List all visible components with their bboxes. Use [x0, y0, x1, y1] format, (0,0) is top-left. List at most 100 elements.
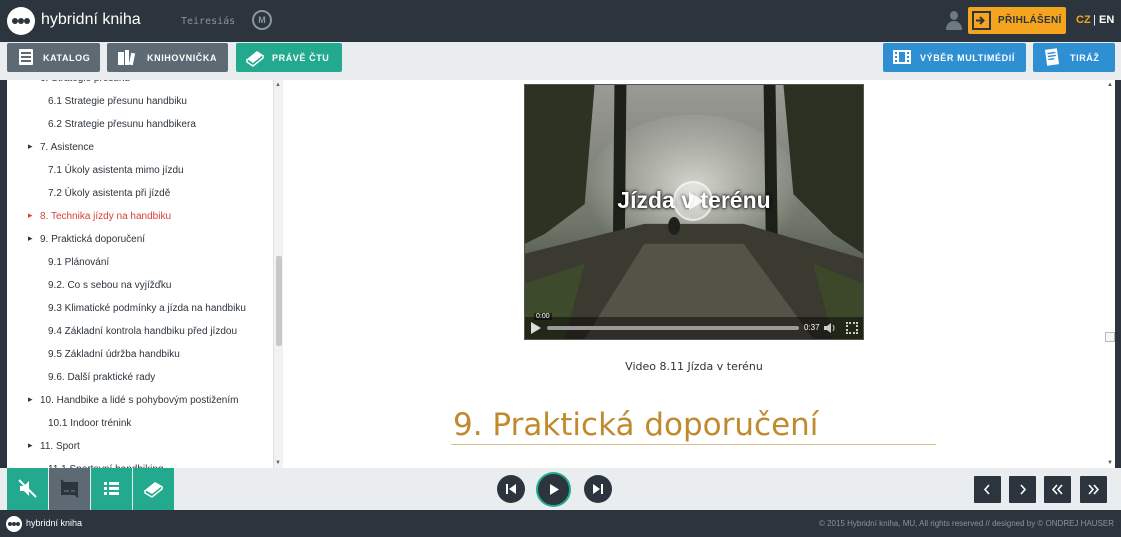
toc-item[interactable]: 9.4 Základní kontrola handbiku před jízd… — [7, 324, 273, 342]
lang-en-link[interactable]: EN — [1099, 14, 1114, 26]
book-button[interactable] — [133, 468, 174, 510]
toc-item[interactable]: ▸ 10. Handbike a lidé s pohybovým postiže… — [7, 393, 273, 411]
toc-item[interactable]: 9.3 Klimatické podmínky a jízda na handb… — [7, 301, 273, 319]
skip-forward-icon — [593, 484, 603, 494]
video-play-small-icon[interactable] — [531, 322, 541, 334]
knihovnicka-button[interactable]: KNIHOVNIČKA — [107, 43, 228, 72]
vyber-multimedii-label: VÝBĚR MULTIMÉDIÍ — [920, 53, 1015, 63]
document-icon — [1044, 48, 1060, 66]
expand-arrow-icon[interactable]: ▸ — [28, 440, 33, 451]
bookshelf-icon — [118, 50, 136, 66]
mute-button[interactable] — [7, 468, 48, 510]
toc-item[interactable]: ▸ 9. Praktická doporučení — [7, 232, 273, 250]
toc-item[interactable]: 7.1 Úkoly asistenta mimo jízdu — [7, 163, 273, 181]
content-scroll-thumb[interactable] — [1105, 332, 1115, 342]
play-button[interactable] — [538, 474, 569, 505]
toc-item[interactable]: 6.1 Strategie přesunu handbiku — [7, 94, 273, 112]
login-label: PŘIHLÁŠENÍ — [998, 15, 1062, 26]
content-scroll-up-icon[interactable]: ▲ — [1107, 82, 1113, 88]
toc-item-label: 9.6. Další praktické rady — [48, 372, 156, 383]
skip-forward-button[interactable] — [584, 475, 612, 503]
expand-arrow-icon[interactable]: ▸ — [28, 80, 33, 83]
app: hybridní kniha Teiresiás M PŘIHLÁŠENÍ CZ… — [0, 0, 1121, 537]
next-chapter-button[interactable] — [1080, 476, 1107, 503]
toc-item-label: 9.5 Základní údržba handbiku — [48, 349, 180, 360]
expand-arrow-icon[interactable]: ▸ — [28, 141, 33, 152]
content-scrollbar[interactable]: ▲ ▼ — [1105, 80, 1115, 468]
toc-item-label: 9.3 Klimatické podmínky a jízda na handb… — [48, 303, 246, 314]
toc-button[interactable] — [91, 468, 132, 510]
double-chevron-right-icon — [1088, 484, 1100, 495]
chevron-right-icon — [1020, 484, 1027, 495]
sidebar-scrollbar[interactable]: ▲ ▼ — [273, 80, 283, 468]
toc-item[interactable]: 9.5 Základní údržba handbiku — [7, 347, 273, 365]
toc-item[interactable]: 9.6. Další praktické rady — [7, 370, 273, 388]
chapter-divider — [451, 444, 936, 445]
toc-item[interactable]: 9.1 Plánování — [7, 255, 273, 273]
play-icon — [550, 484, 559, 495]
subtitles-button[interactable] — [49, 468, 90, 510]
app-title[interactable]: hybridní kniha — [41, 11, 141, 29]
expand-arrow-icon[interactable]: ▸ — [28, 233, 33, 244]
chapter-heading: 9. Praktická doporučení — [453, 407, 819, 443]
toc-item-label: 9.4 Základní kontrola handbiku před jízd… — [48, 326, 238, 337]
top-bar: hybridní kniha Teiresiás M PŘIHLÁŠENÍ CZ… — [0, 0, 1121, 42]
double-chevron-left-icon — [1051, 484, 1063, 495]
toc-item[interactable]: 7.2 Úkoly asistenta při jízdě — [7, 186, 273, 204]
prev-page-button[interactable] — [974, 476, 1001, 503]
film-icon — [893, 50, 911, 64]
toc-item-label: 7.2 Úkoly asistenta při jízdě — [48, 188, 171, 199]
video-player[interactable]: Jízda v terénu 0:00 0:37 — [524, 84, 864, 340]
next-page-button[interactable] — [1009, 476, 1036, 503]
lang-separator: | — [1093, 14, 1096, 26]
table-of-contents: ▸ 6. Strategie přesunu 6.1 Strategie přesu… — [7, 80, 283, 468]
login-button[interactable]: PŘIHLÁŠENÍ — [968, 7, 1066, 34]
toc-item-label: 9.1 Plánování — [48, 257, 110, 268]
prave-ctu-button[interactable]: PRÁVĚ ČTU — [236, 43, 342, 72]
chevron-left-icon — [983, 484, 990, 495]
toc-item-label: 6. Strategie přesunu — [40, 80, 130, 84]
katalog-label: KATALOG — [43, 53, 91, 63]
tiraz-button[interactable]: TIRÁŽ — [1033, 43, 1115, 72]
video-progress-bar[interactable] — [547, 326, 799, 330]
fullscreen-icon[interactable] — [846, 322, 858, 334]
video-total-time: 0:37 — [804, 323, 820, 332]
toc-item-label: 9.2. Co s sebou na vyjížďku — [48, 280, 172, 291]
open-book-icon — [246, 51, 264, 67]
reader-content: Jízda v terénu 0:00 0:37 Video 8.11 Jízd… — [283, 80, 1115, 468]
footer-copyright: © 2015 Hybridní kniha, MU, All rights re… — [818, 519, 1114, 528]
knihovnicka-label: KNIHOVNIČKA — [147, 53, 218, 63]
login-icon — [972, 11, 991, 30]
video-current-time: 0:00 — [534, 313, 552, 320]
video-caption: Video 8.11 Jízda v terénu — [625, 360, 763, 373]
user-icon[interactable] — [946, 11, 962, 31]
toc-item[interactable]: 9.2. Co s sebou na vyjížďku — [7, 278, 273, 296]
toc-item[interactable]: ▸ 6. Strategie přesunu — [7, 80, 273, 89]
vyber-multimedii-button[interactable]: VÝBĚR MULTIMÉDIÍ — [883, 43, 1026, 72]
toc-item[interactable]: 6.2 Strategie přesunu handbikera — [7, 117, 273, 135]
toc-item[interactable]: ▸ 7. Asistence — [7, 140, 273, 158]
speaker-mute-icon — [18, 479, 37, 498]
toc-item[interactable]: 10.1 Indoor trénink — [7, 416, 273, 434]
lang-cz-link[interactable]: CZ — [1076, 14, 1091, 26]
logo-icon[interactable] — [7, 7, 35, 35]
skip-back-icon — [506, 484, 516, 494]
video-play-icon[interactable] — [673, 181, 713, 221]
scroll-down-icon[interactable]: ▼ — [275, 460, 281, 466]
toc-item-label: 9. Praktická doporučení — [40, 234, 146, 245]
video-controls: 0:00 0:37 — [525, 313, 863, 339]
toc-item[interactable]: ▸ 11. Sport — [7, 439, 273, 457]
scroll-up-icon[interactable]: ▲ — [275, 82, 281, 88]
katalog-button[interactable]: KATALOG — [7, 43, 100, 72]
prev-chapter-button[interactable] — [1044, 476, 1071, 503]
sidebar-scroll-thumb[interactable] — [276, 256, 282, 346]
skip-back-button[interactable] — [497, 475, 525, 503]
bottom-toolbar — [0, 468, 1121, 510]
content-scroll-down-icon[interactable]: ▼ — [1107, 460, 1113, 466]
expand-arrow-icon[interactable]: ▸ — [28, 210, 33, 221]
expand-arrow-icon[interactable]: ▸ — [28, 394, 33, 405]
toc-item-label: 11. Sport — [40, 441, 80, 452]
volume-icon[interactable] — [823, 322, 836, 334]
nav-bar: KATALOG KNIHOVNIČKA PRÁVĚ ČTU VÝBĚR MULT… — [0, 42, 1121, 80]
toc-item[interactable]: ▸ 8. Technika jízdy na handbiku — [7, 209, 273, 227]
